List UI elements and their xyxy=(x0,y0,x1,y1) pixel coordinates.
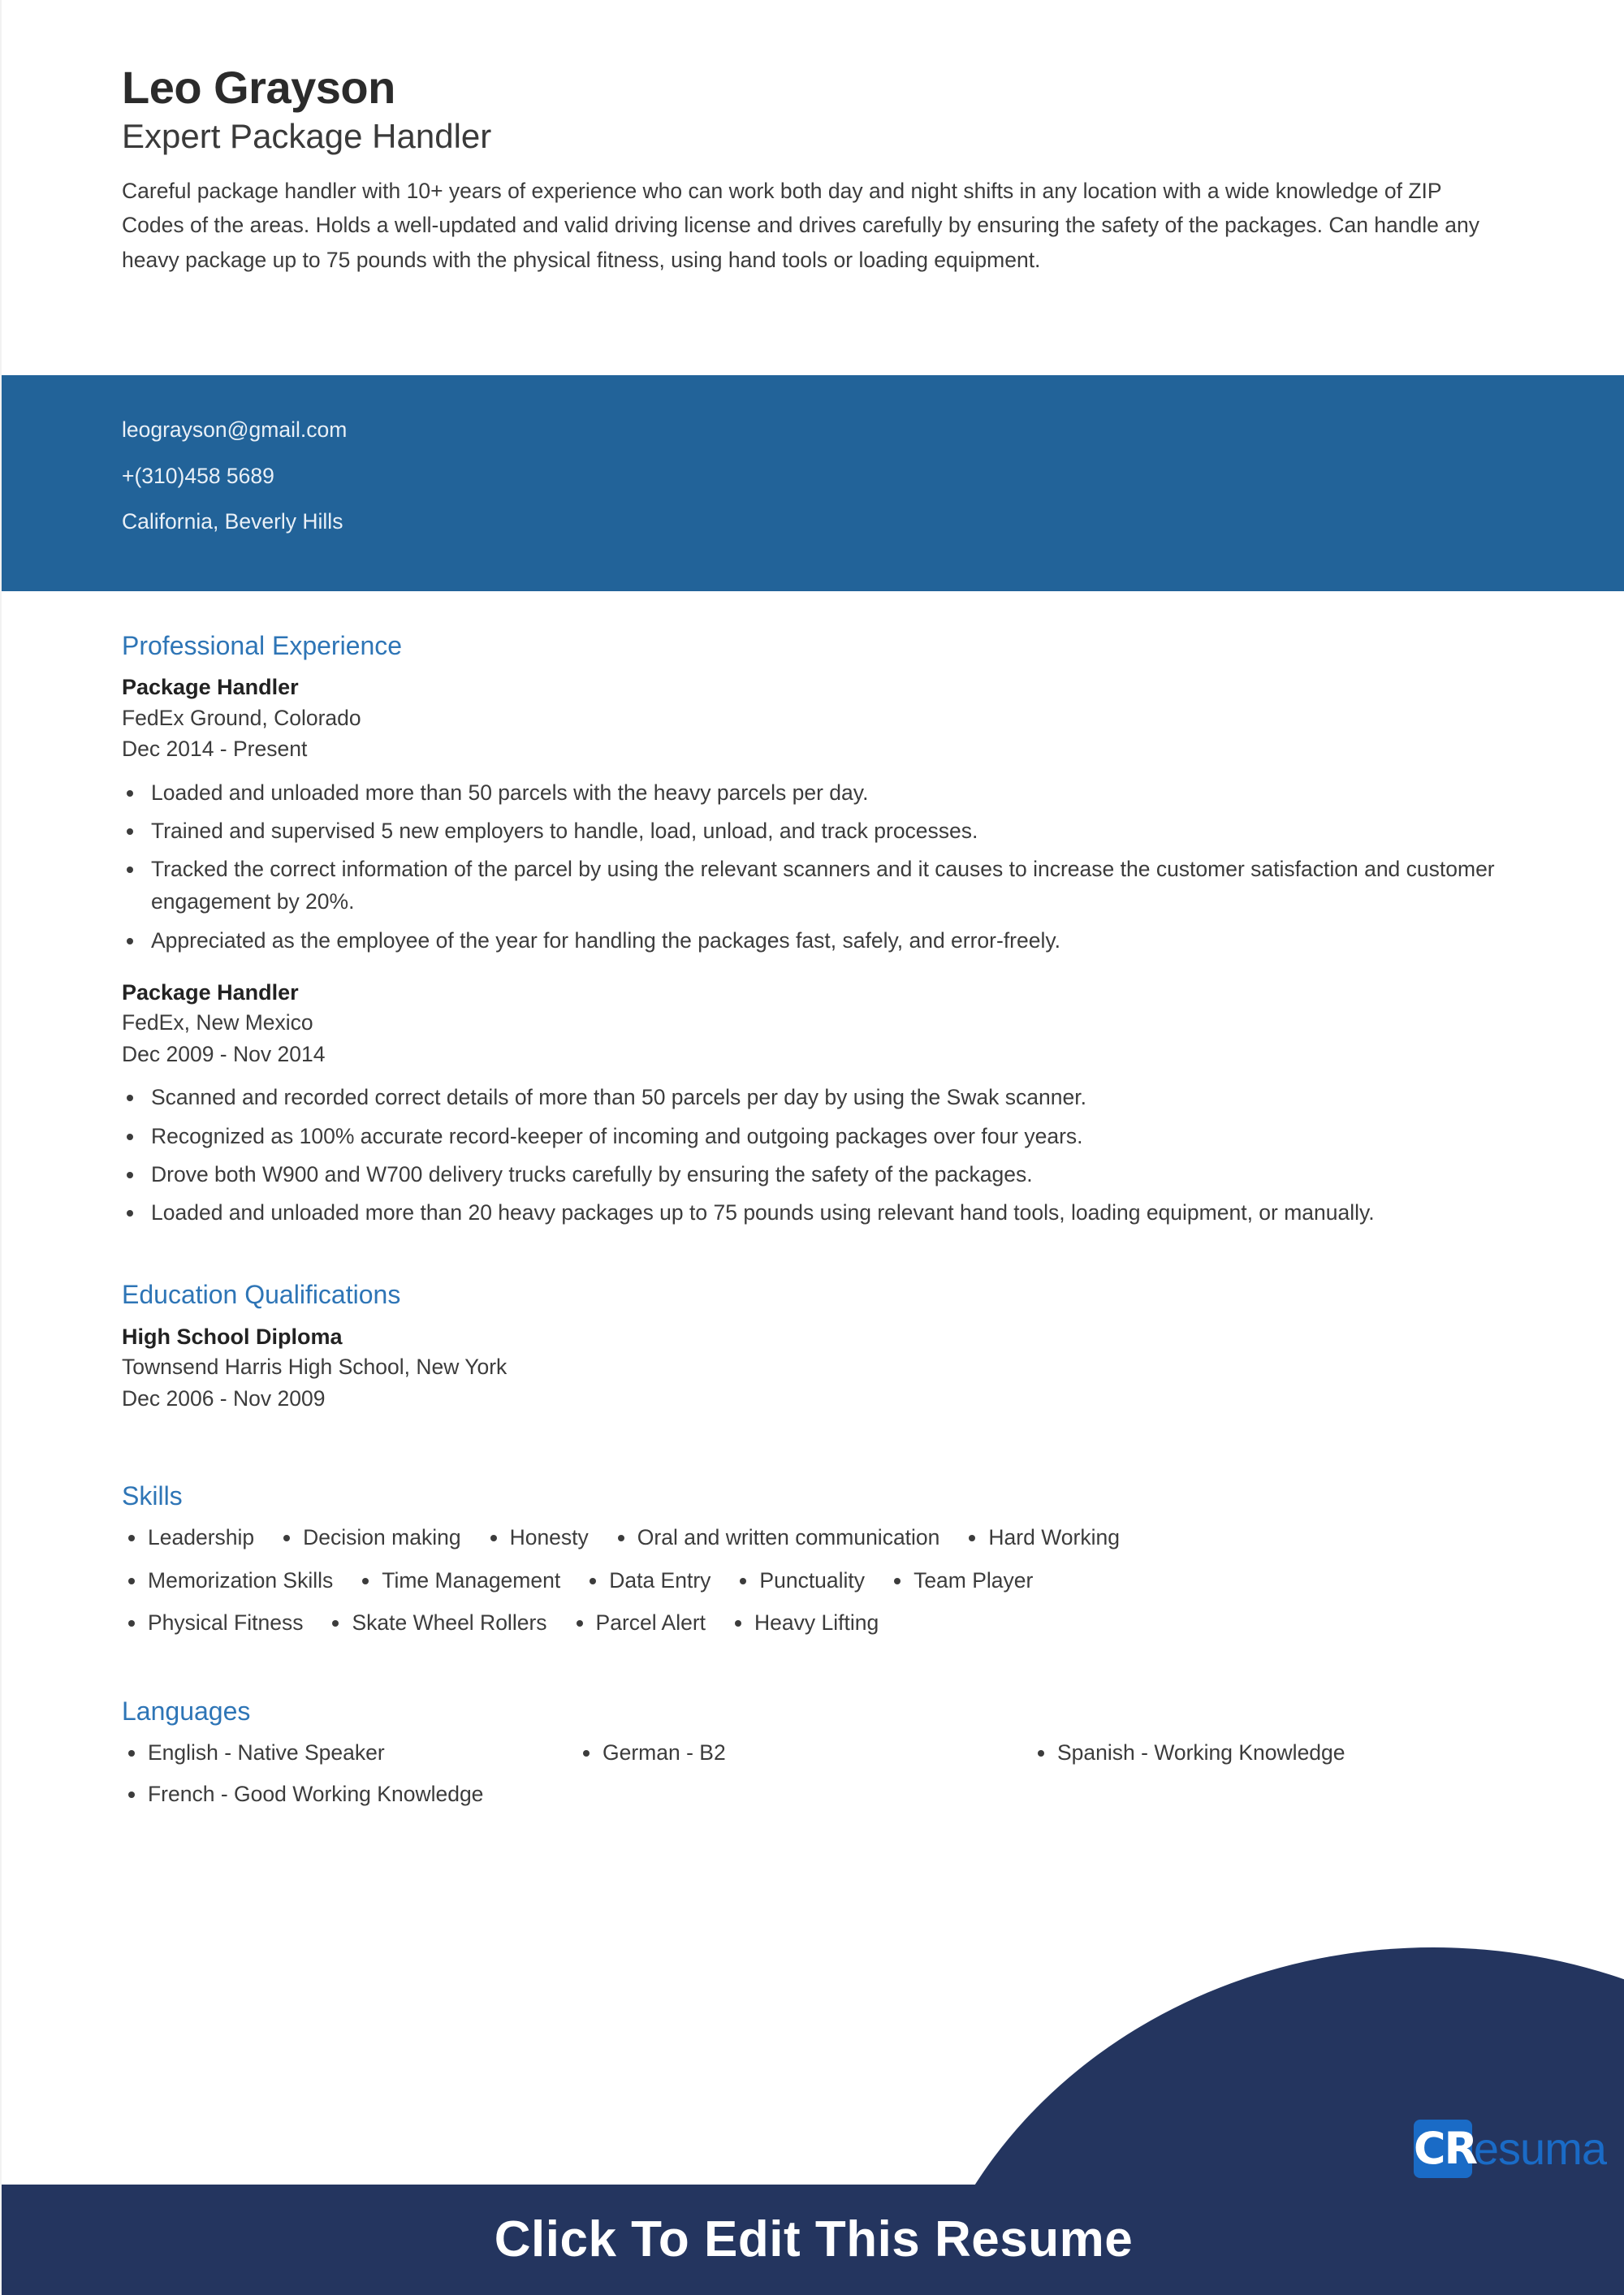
skill-item: Data Entry xyxy=(583,1566,733,1596)
skill-item: Hard Working xyxy=(962,1523,1142,1553)
experience-entry: Package Handler FedEx, New Mexico Dec 20… xyxy=(122,978,1505,1229)
contact-phone: +(310)458 5689 xyxy=(122,463,274,488)
edit-resume-label: Click To Edit This Resume xyxy=(494,2211,1134,2267)
section-title-languages: Languages xyxy=(122,1696,251,1726)
experience-bullet: Loaded and unloaded more than 20 heavy p… xyxy=(122,1196,1505,1229)
skill-item: Physical Fitness xyxy=(122,1608,326,1638)
edit-resume-banner[interactable]: Click To Edit This Resume xyxy=(2,2185,1624,2295)
experience-dates: Dec 2009 - Nov 2014 xyxy=(122,1041,326,1066)
contact-email: leograyson@gmail.com xyxy=(122,417,348,442)
skill-item: Punctuality xyxy=(733,1566,888,1596)
candidate-name: Leo Grayson xyxy=(122,62,395,113)
contact-band: leograyson@gmail.com +(310)458 5689 Cali… xyxy=(2,375,1624,591)
experience-bullet: Scanned and recorded correct details of … xyxy=(122,1081,1505,1113)
language-item: English - Native Speaker xyxy=(122,1738,577,1768)
experience-entry: Package Handler FedEx Ground, Colorado D… xyxy=(122,672,1505,957)
corner-decoration: CR esuma xyxy=(861,1933,1624,2185)
experience-bullet: Appreciated as the employee of the year … xyxy=(122,924,1505,957)
resume-header: Leo Grayson Expert Package Handler Caref… xyxy=(2,0,1624,278)
experience-dates: Dec 2014 - Present xyxy=(122,737,308,762)
experience-bullet: Recognized as 100% accurate record-keepe… xyxy=(122,1120,1505,1152)
skills-row: Leadership Decision making Honesty Oral … xyxy=(122,1523,1505,1553)
experience-role: Package Handler xyxy=(122,675,299,700)
corner-curve-shape xyxy=(905,1947,1624,2185)
resume-body: Professional Experience Package Handler … xyxy=(2,591,1624,1809)
candidate-job-title: Expert Package Handler xyxy=(122,117,492,156)
cresuma-logo: CR esuma xyxy=(1413,2120,1607,2178)
resume-page: Leo Grayson Expert Package Handler Caref… xyxy=(0,0,1624,2295)
experience-bullets: Loaded and unloaded more than 50 parcels… xyxy=(122,776,1505,957)
skill-item: Time Management xyxy=(356,1566,583,1596)
skill-item: Skate Wheel Rollers xyxy=(326,1608,569,1638)
section-education-qualifications: Education Qualifications High School Dip… xyxy=(122,1279,1505,1414)
experience-role: Package Handler xyxy=(122,980,299,1005)
section-title-education: Education Qualifications xyxy=(122,1280,401,1310)
skill-item: Parcel Alert xyxy=(570,1608,729,1638)
experience-bullets: Scanned and recorded correct details of … xyxy=(122,1081,1505,1229)
skill-item: Memorization Skills xyxy=(122,1566,356,1596)
skill-item: Honesty xyxy=(484,1523,611,1553)
logo-wordmark: esuma xyxy=(1473,2123,1607,2174)
education-dates: Dec 2006 - Nov 2009 xyxy=(122,1385,326,1411)
skills-row: Memorization Skills Time Management Data… xyxy=(122,1566,1505,1596)
education-degree: High School Diploma xyxy=(122,1324,343,1349)
logo-mark-icon: CR xyxy=(1413,2120,1478,2178)
skills-list: Leadership Decision making Honesty Oral … xyxy=(122,1523,1505,1637)
experience-bullet: Loaded and unloaded more than 50 parcels… xyxy=(122,776,1505,809)
skill-item: Decision making xyxy=(277,1523,483,1553)
section-skills: Skills Leadership Decision making Honest… xyxy=(122,1480,1505,1638)
experience-bullet: Drove both W900 and W700 delivery trucks… xyxy=(122,1158,1505,1191)
experience-bullet: Trained and supervised 5 new employers t… xyxy=(122,815,1505,847)
section-title-skills: Skills xyxy=(122,1481,183,1511)
education-entry: High School Diploma Townsend Harris High… xyxy=(122,1322,1505,1414)
languages-list: English - Native Speaker German - B2 Spa… xyxy=(122,1738,1505,1809)
skill-item: Leadership xyxy=(122,1523,277,1553)
language-item: German - B2 xyxy=(577,1738,1031,1768)
contact-location: California, Beverly Hills xyxy=(122,509,343,534)
section-languages: Languages English - Native Speaker Germa… xyxy=(122,1696,1505,1810)
skill-item: Heavy Lifting xyxy=(728,1608,901,1638)
language-item: French - Good Working Knowledge xyxy=(122,1779,577,1809)
skill-item: Team Player xyxy=(888,1566,1056,1596)
skills-row: Physical Fitness Skate Wheel Rollers Par… xyxy=(122,1608,1505,1638)
education-school: Townsend Harris High School, New York xyxy=(122,1355,508,1380)
skill-item: Oral and written communication xyxy=(611,1523,963,1553)
professional-summary: Careful package handler with 10+ years o… xyxy=(122,178,1479,273)
experience-org: FedEx Ground, Colorado xyxy=(122,705,361,730)
experience-bullet: Tracked the correct information of the p… xyxy=(122,853,1505,918)
experience-org: FedEx, New Mexico xyxy=(122,1010,313,1035)
section-title-experience: Professional Experience xyxy=(122,631,403,660)
section-professional-experience: Professional Experience Package Handler … xyxy=(122,630,1505,1229)
language-item: Spanish - Working Knowledge xyxy=(1031,1738,1505,1768)
